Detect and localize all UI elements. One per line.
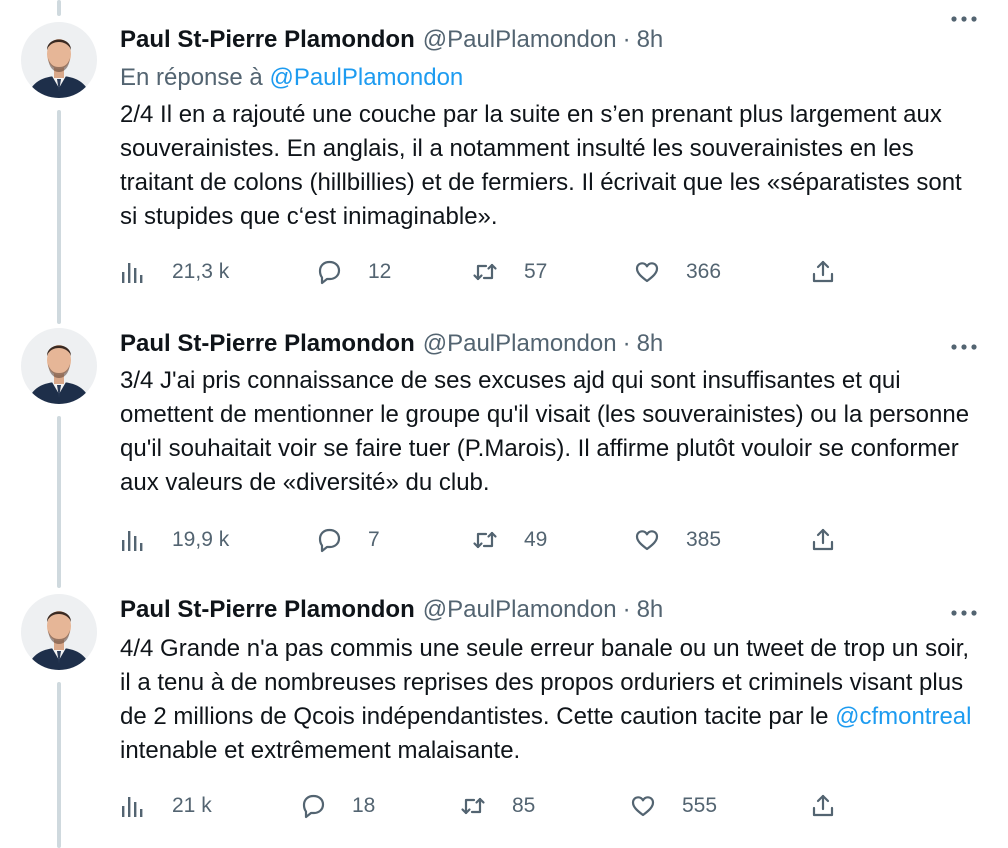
tweet-1[interactable]: Paul St-Pierre Plamondon @PaulPlamondon … <box>0 0 1008 324</box>
reply-count: 7 <box>368 528 380 551</box>
avatar-image <box>21 22 97 98</box>
retweet-count: 85 <box>512 794 536 817</box>
mention-link[interactable]: @cfmontreal <box>835 703 971 730</box>
timestamp[interactable]: 8h <box>637 330 664 358</box>
thread-line <box>57 110 61 324</box>
speech-bubble-icon <box>318 260 341 285</box>
thread-line <box>57 682 61 848</box>
author-handle[interactable]: @PaulPlamondon <box>423 330 617 358</box>
reply-button[interactable]: 7 <box>316 524 380 556</box>
views-button[interactable]: 19,9 k <box>120 524 229 556</box>
speech-bubble-icon <box>302 794 325 819</box>
views-count: 21 k <box>172 794 212 817</box>
timestamp[interactable]: 8h <box>637 596 664 624</box>
views-button[interactable]: 21 k <box>120 790 212 822</box>
separator-dot: · <box>622 330 631 357</box>
retweet-icon <box>461 797 485 815</box>
views-count: 19,9 k <box>172 528 230 551</box>
retweet-count: 49 <box>524 528 548 551</box>
action-bar: 21 k 18 85 555 <box>120 790 860 822</box>
share-button[interactable] <box>810 524 862 556</box>
retweet-count: 57 <box>524 260 548 283</box>
tweet-text-part: intenable et extrêmement malaisante. <box>120 737 521 764</box>
author-handle[interactable]: @PaulPlamondon <box>423 596 617 624</box>
share-icon <box>812 528 834 551</box>
speech-bubble-icon <box>318 528 341 553</box>
avatar-image <box>21 328 97 404</box>
retweet-button[interactable]: 49 <box>472 524 547 556</box>
share-button[interactable] <box>810 790 862 822</box>
heart-icon <box>635 262 659 283</box>
reply-button[interactable]: 12 <box>316 256 391 288</box>
retweet-icon <box>473 263 497 281</box>
timestamp[interactable]: 8h <box>637 26 664 54</box>
bar-chart-icon <box>122 531 143 551</box>
more-dots-icon[interactable] <box>950 596 978 624</box>
like-count: 366 <box>686 260 722 283</box>
thread-line <box>57 416 61 588</box>
tweet-header: Paul St-Pierre Plamondon @PaulPlamondon … <box>120 24 663 56</box>
like-count: 385 <box>686 528 722 551</box>
reply-button[interactable]: 18 <box>300 790 375 822</box>
share-icon <box>812 794 834 817</box>
separator-dot: · <box>622 26 631 53</box>
share-icon <box>812 260 834 283</box>
more-dots-icon[interactable] <box>950 2 978 30</box>
heart-icon <box>631 796 655 817</box>
retweet-icon <box>473 531 497 549</box>
share-button[interactable] <box>810 256 862 288</box>
views-count: 21,3 k <box>172 260 230 283</box>
tweet-text: 4/4 Grande n'a pas commis une seule erre… <box>120 632 980 768</box>
like-button[interactable]: 385 <box>634 524 721 556</box>
author-name[interactable]: Paul St-Pierre Plamondon <box>120 596 415 624</box>
avatar[interactable] <box>21 328 97 404</box>
reply-count: 12 <box>368 260 392 283</box>
thread-line <box>57 0 61 16</box>
author-handle[interactable]: @PaulPlamondon <box>423 26 617 54</box>
heart-icon <box>635 530 659 551</box>
separator-dot: · <box>622 596 631 623</box>
tweet-header: Paul St-Pierre Plamondon @PaulPlamondon … <box>120 328 663 360</box>
tweet-3[interactable]: Paul St-Pierre Plamondon @PaulPlamondon … <box>0 590 1008 848</box>
more-dots-icon[interactable] <box>950 330 978 358</box>
avatar[interactable] <box>21 22 97 98</box>
like-button[interactable]: 366 <box>634 256 721 288</box>
tweet-text: 3/4 J'ai pris connaissance de ses excuse… <box>120 367 970 496</box>
retweet-button[interactable]: 57 <box>472 256 547 288</box>
tweet-2[interactable]: Paul St-Pierre Plamondon @PaulPlamondon … <box>0 324 1008 588</box>
tweet-header: Paul St-Pierre Plamondon @PaulPlamondon … <box>120 594 663 626</box>
avatar-image <box>21 594 97 670</box>
action-bar: 21,3 k 12 57 366 <box>120 256 860 288</box>
views-button[interactable]: 21,3 k <box>120 256 229 288</box>
reply-count: 18 <box>352 794 376 817</box>
action-bar: 19,9 k 7 49 385 <box>120 524 860 556</box>
reply-prefix: En réponse à <box>120 64 263 91</box>
author-name[interactable]: Paul St-Pierre Plamondon <box>120 330 415 358</box>
bar-chart-icon <box>122 797 143 817</box>
like-button[interactable]: 555 <box>630 790 717 822</box>
reply-handle-link[interactable]: @PaulPlamondon <box>269 64 463 91</box>
retweet-button[interactable]: 85 <box>460 790 535 822</box>
bar-chart-icon <box>122 263 143 283</box>
like-count: 555 <box>682 794 718 817</box>
tweet-text: 2/4 Il en a rajouté une couche par la su… <box>120 101 962 230</box>
author-name[interactable]: Paul St-Pierre Plamondon <box>120 26 415 54</box>
reply-context: En réponse à @PaulPlamondon <box>120 64 463 92</box>
avatar[interactable] <box>21 594 97 670</box>
